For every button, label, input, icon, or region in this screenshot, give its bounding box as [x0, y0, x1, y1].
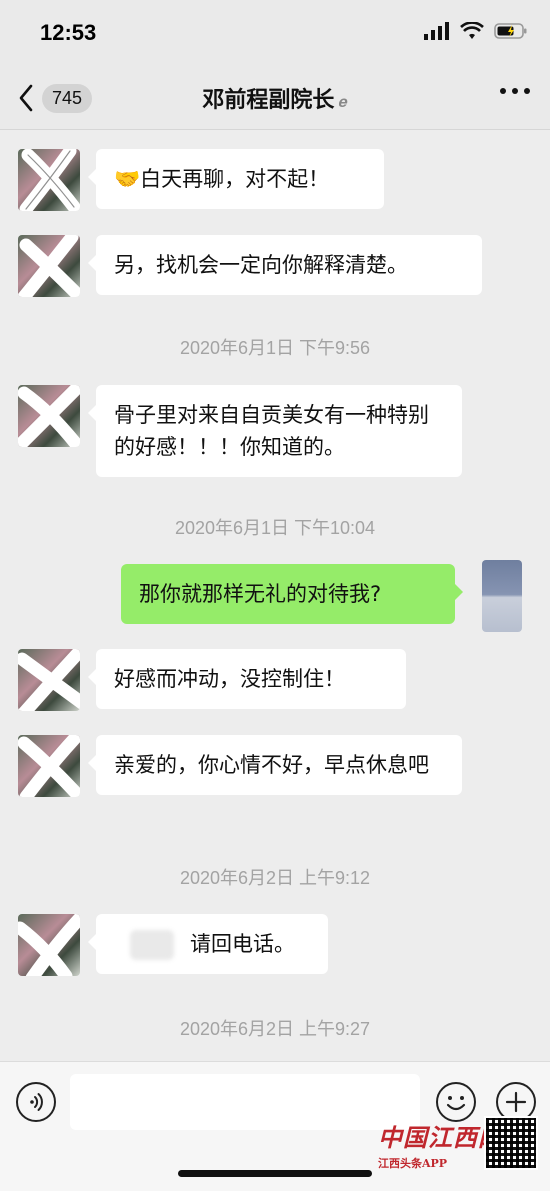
contact-avatar[interactable] [18, 649, 80, 711]
battery-icon [494, 23, 527, 39]
message-timestamp: 2020年6月1日 下午9:56 [179, 338, 371, 358]
my-avatar[interactable] [482, 560, 522, 632]
voice-button[interactable] [16, 1082, 56, 1122]
message-bubble-received[interactable]: 🤝白天再聊，对不起！ [88, 149, 384, 209]
contact-avatar[interactable] [18, 385, 80, 447]
emoji-icon [446, 1096, 466, 1111]
contact-avatar[interactable] [18, 735, 80, 797]
message-bubble-received[interactable]: 骨子里对来自自贡美女有一种特别的好感！！！你知道的。 [88, 385, 462, 477]
status-bar: 12:53 [0, 0, 550, 66]
chat-title: 邓前程副院长 𝒆 [0, 82, 550, 114]
message-input[interactable] [70, 1074, 420, 1130]
message-bubble-received[interactable]: 另，找机会一定向你解释清楚。 [88, 235, 482, 295]
message-list[interactable]: 🤝白天再聊，对不起！ 另，找机会一定向你解释清楚。 2020年6月1日 下午9:… [0, 131, 550, 1061]
message-bubble-received[interactable]: 请回电话。 [88, 914, 328, 974]
message-bubble-sent[interactable]: 那你就那样无礼的对待我? [121, 564, 463, 624]
emoji-button[interactable] [436, 1082, 476, 1122]
message-bubble-received[interactable]: 好感而冲动，没控制住！ [88, 649, 406, 709]
status-time: 12:53 [40, 20, 97, 45]
status-icons [424, 22, 528, 40]
message-bubble-received[interactable]: 亲爱的，你心情不好，早点休息吧 [88, 735, 462, 795]
more-icon [500, 88, 506, 94]
more-button[interactable] [500, 88, 530, 94]
contact-avatar[interactable] [18, 149, 80, 211]
voice-icon [30, 1093, 43, 1111]
chat-title-text: 邓前程副院长 [202, 88, 335, 113]
contact-avatar[interactable] [18, 235, 80, 297]
message-text: 请回电话。 [190, 932, 295, 956]
qr-code [484, 1116, 538, 1170]
ear-icon: 𝒆 [338, 92, 348, 111]
wifi-icon [460, 22, 484, 39]
plus-icon [505, 1091, 527, 1113]
redacted-blur [130, 930, 174, 960]
chat-header: 745 邓前程副院长 𝒆 [0, 66, 550, 130]
message-timestamp: 2020年6月2日 上午9:12 [179, 868, 371, 888]
signal-icon [424, 22, 449, 40]
home-indicator [178, 1170, 372, 1177]
contact-avatar[interactable] [18, 914, 80, 976]
message-timestamp: 2020年6月1日 下午10:04 [174, 518, 376, 538]
message-timestamp: 2020年6月2日 上午9:27 [179, 1019, 371, 1039]
